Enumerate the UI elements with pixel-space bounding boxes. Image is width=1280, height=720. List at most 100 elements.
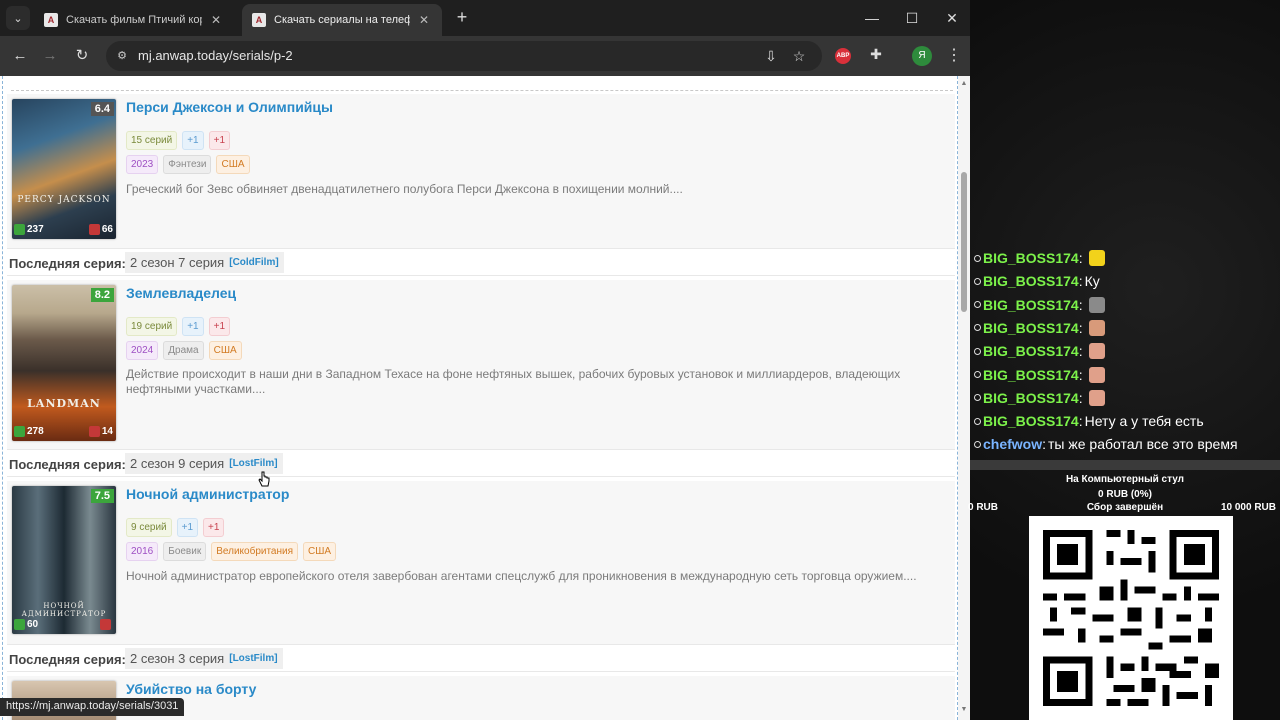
thumbs-up-icon xyxy=(14,224,25,235)
address-bar[interactable]: ⚙ mj.anwap.today/serials/p-2 ⇩ ☆ xyxy=(106,41,822,71)
tab-title: Скачать фильм Птичий короб xyxy=(66,14,202,26)
chat-username: BIG_BOSS174 xyxy=(983,319,1079,336)
last-episode-label: Последняя серия: xyxy=(9,652,126,667)
back-button[interactable]: ← xyxy=(8,44,32,68)
tab-serials[interactable]: A Скачать сериалы на телефон ✕ xyxy=(242,4,442,36)
chat-badge-icon xyxy=(974,301,981,309)
plus-badge: +1 xyxy=(208,317,231,336)
thumbs-down-icon xyxy=(88,224,100,235)
stream-overlay: BIG_BOSS174: BIG_BOSS174: Ку BIG_BOSS174: BI… xyxy=(968,0,1280,720)
adblock-extension-icon[interactable]: ABP xyxy=(835,48,851,64)
chat-emote-icon xyxy=(1088,366,1105,383)
site-settings-icon[interactable]: ⚙ xyxy=(114,48,130,64)
extensions-icon[interactable]: ✚ xyxy=(866,46,886,66)
poster-image[interactable]: 6.4 PERCY JACKSON 237 66 xyxy=(12,99,116,239)
minimize-button[interactable]: — xyxy=(860,6,884,30)
genre-tag[interactable]: Фэнтези xyxy=(163,155,212,174)
browser-window: ⌄ A Скачать фильм Птичий короб ✕ A Скача… xyxy=(0,0,970,720)
tag-row: 2016 Боевик Великобритания США xyxy=(126,542,337,561)
title-bar: ⌄ A Скачать фильм Птичий короб ✕ A Скача… xyxy=(0,0,970,36)
site-favicon-icon: A xyxy=(252,13,266,27)
chat-badge-icon xyxy=(974,347,981,355)
dislikes-count: 66 xyxy=(88,224,113,235)
list-item: 8.2 LANDMAN 278 14 Землевладелец 19 сери… xyxy=(7,280,955,452)
poster-title: LANDMAN xyxy=(27,397,101,410)
likes-count: 237 xyxy=(14,224,44,235)
bookmark-star-icon[interactable]: ☆ xyxy=(790,47,808,65)
chat-badge-icon xyxy=(974,324,981,332)
poster-title: НОЧНОЙ АДМИНИСТРАТОР xyxy=(21,602,107,618)
genre-tag[interactable]: Драма xyxy=(163,341,204,360)
mouse-cursor-icon xyxy=(258,471,270,487)
studio-link[interactable]: [LostFilm] xyxy=(229,653,277,664)
poster-image[interactable]: 7.5 НОЧНОЙ АДМИНИСТРАТОР 60 xyxy=(12,486,116,634)
country-tag[interactable]: США xyxy=(216,155,250,174)
chat-text: Ку xyxy=(1084,273,1100,290)
thumbs-down-icon xyxy=(100,619,111,630)
last-episode-value: 2 сезон 3 серия [LostFilm] xyxy=(125,648,283,669)
reload-button[interactable]: ↻ xyxy=(70,44,94,68)
chat-username: BIG_BOSS174 xyxy=(983,296,1079,313)
episodes-badge: 9 серий xyxy=(126,518,172,537)
last-episode-label: Последняя серия: xyxy=(9,256,126,271)
forward-button[interactable]: → xyxy=(38,44,62,68)
genre-tag[interactable]: Боевик xyxy=(163,542,207,561)
poster-title: PERCY JACKSON xyxy=(17,195,111,205)
divider xyxy=(11,90,953,91)
plus-badge: +1 xyxy=(176,518,199,537)
tab-title: Скачать сериалы на телефон xyxy=(274,14,410,26)
studio-link[interactable]: [LostFilm] xyxy=(229,458,277,469)
close-window-button[interactable]: ✕ xyxy=(940,6,964,30)
tab-movie[interactable]: A Скачать фильм Птичий короб ✕ xyxy=(34,4,234,36)
scroll-up-icon[interactable]: ▲ xyxy=(958,78,970,90)
country-tag[interactable]: Великобритания xyxy=(211,542,299,561)
chat-emote-icon xyxy=(1088,296,1105,313)
page-viewport: 6.4 PERCY JACKSON 237 66 Перси Джексон и… xyxy=(0,76,970,720)
last-episode-label: Последняя серия: xyxy=(9,457,126,472)
chat-badge-icon xyxy=(974,371,981,378)
scroll-down-icon[interactable]: ▼ xyxy=(958,704,970,716)
chat-message: BIG_BOSS174: Нету а у тебя есть xyxy=(974,411,1204,431)
year-tag[interactable]: 2023 xyxy=(126,155,159,174)
chat-message: BIG_BOSS174: xyxy=(974,388,1105,408)
chat-separator: : xyxy=(1042,436,1047,453)
plus-badge: +1 xyxy=(208,131,231,150)
page-scrollbar[interactable]: ▲ ▼ xyxy=(958,76,970,720)
close-icon[interactable]: ✕ xyxy=(416,13,432,27)
list-item: 6.4 PERCY JACKSON 237 66 Перси Джексон и… xyxy=(7,94,955,250)
chat-username: BIG_BOSS174 xyxy=(983,389,1079,406)
chat-text: ты же работал все это время xyxy=(1048,436,1238,453)
qr-code-image xyxy=(1029,516,1233,720)
tab-search-button[interactable]: ⌄ xyxy=(6,6,30,30)
tag-row: 19 серий +1 +1 xyxy=(126,317,231,336)
country-tag[interactable]: США xyxy=(208,341,242,360)
series-title-link[interactable]: Землевладелец xyxy=(126,285,236,301)
maximize-button[interactable]: ☐ xyxy=(900,6,924,30)
tag-row: 9 серий +1 +1 xyxy=(126,518,225,537)
reload-icon: ↻ xyxy=(75,47,89,64)
dislikes-count xyxy=(100,619,113,630)
tag-row: 15 серий +1 +1 xyxy=(126,131,231,150)
chat-message: BIG_BOSS174: xyxy=(974,365,1105,385)
close-icon[interactable]: ✕ xyxy=(208,13,224,27)
chat-username: BIG_BOSS174 xyxy=(983,343,1079,360)
chat-message: BIG_BOSS174: xyxy=(974,248,1105,268)
browser-toolbar: ← → ↻ ⚙ mj.anwap.today/serials/p-2 ⇩ ☆ A… xyxy=(0,36,970,76)
series-title-link[interactable]: Перси Джексон и Олимпийцы xyxy=(126,99,333,115)
plus-badge: +1 xyxy=(203,518,225,537)
browser-menu-button[interactable]: ⋮ xyxy=(944,44,964,68)
poster-image[interactable]: 8.2 LANDMAN 278 14 xyxy=(12,285,116,441)
year-tag[interactable]: 2024 xyxy=(126,341,159,360)
install-app-icon[interactable]: ⇩ xyxy=(762,47,780,65)
profile-avatar[interactable]: Я xyxy=(912,46,932,66)
series-title-link[interactable]: Убийство на борту xyxy=(126,681,256,697)
episodes-badge: 15 серий xyxy=(126,131,178,150)
studio-link[interactable]: [ColdFilm] xyxy=(229,257,278,268)
country-tag[interactable]: США xyxy=(303,542,337,561)
scrollbar-thumb[interactable] xyxy=(961,172,967,312)
last-episode-row: Последняя серия: 2 сезон 9 серия [LostFil… xyxy=(7,449,955,477)
chat-message: BIG_BOSS174: xyxy=(974,295,1105,315)
year-tag[interactable]: 2016 xyxy=(126,542,159,561)
tag-row: 2023 Фэнтези США xyxy=(126,155,250,174)
new-tab-button[interactable]: + xyxy=(452,8,472,28)
